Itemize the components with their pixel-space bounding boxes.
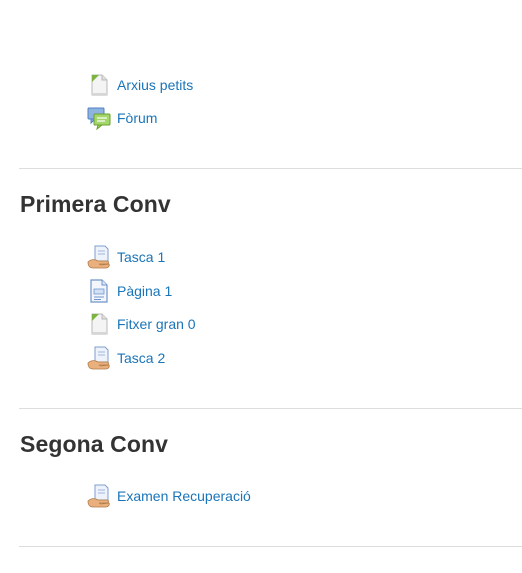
- file-icon: [87, 312, 111, 336]
- activity-label[interactable]: Examen Recuperació: [117, 487, 251, 505]
- section-title: Segona Conv: [20, 431, 169, 457]
- activity-label[interactable]: Tasca 1: [117, 248, 165, 266]
- activity-fitxer-gran-0[interactable]: Fitxer gran 0: [87, 311, 196, 337]
- section-divider: [19, 546, 522, 547]
- activity-tasca-1[interactable]: Tasca 1: [87, 244, 165, 270]
- assignment-icon: [87, 346, 111, 370]
- activity-label[interactable]: Tasca 2: [117, 349, 165, 367]
- activity-label[interactable]: Fitxer gran 0: [117, 315, 196, 333]
- section-title: Primera Conv: [20, 191, 171, 217]
- activity-label[interactable]: Fòrum: [117, 109, 157, 127]
- activity-label[interactable]: Arxius petits: [117, 76, 193, 94]
- assignment-icon: [87, 484, 111, 508]
- section-divider: [19, 168, 522, 169]
- activity-pagina-1[interactable]: Pàgina 1: [87, 278, 172, 304]
- file-icon: [87, 73, 111, 97]
- activity-label[interactable]: Pàgina 1: [117, 282, 172, 300]
- activity-tasca-2[interactable]: Tasca 2: [87, 345, 165, 371]
- assignment-icon: [87, 245, 111, 269]
- activity-examen-recuperacio[interactable]: Examen Recuperació: [87, 483, 251, 509]
- section-divider: [19, 408, 522, 409]
- forum-icon: [87, 106, 111, 130]
- activity-arxius-petits[interactable]: Arxius petits: [87, 72, 193, 98]
- activity-forum[interactable]: Fòrum: [87, 105, 157, 131]
- page-icon: [87, 279, 111, 303]
